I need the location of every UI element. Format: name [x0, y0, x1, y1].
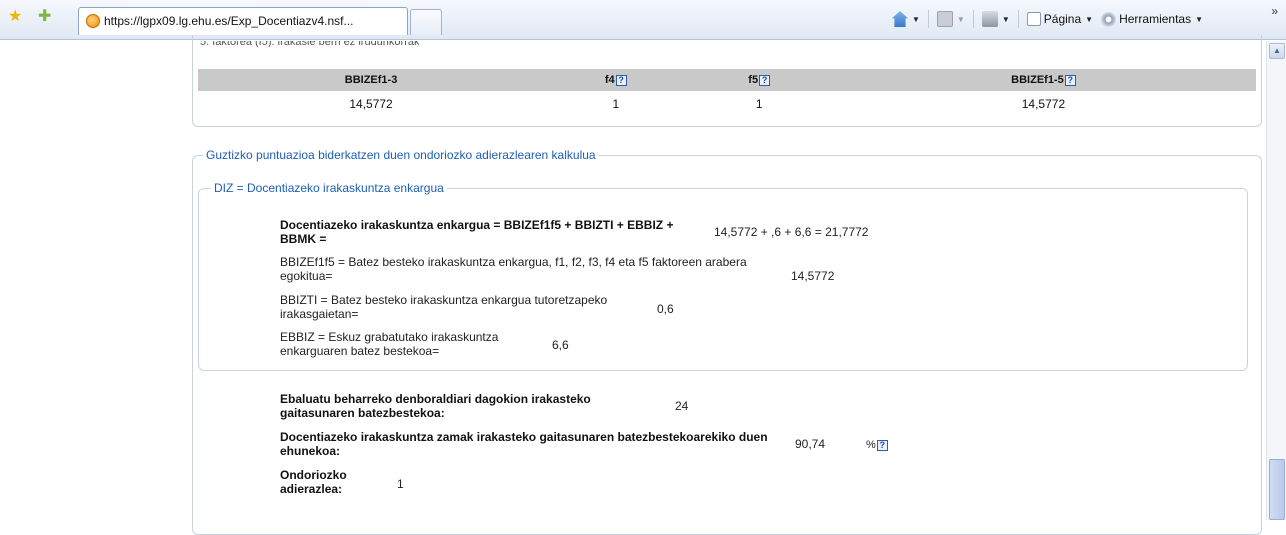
diz-formula-label: Docentiazeko irakaskuntza enkargua = BBI…: [280, 218, 674, 246]
scrollbar-thumb[interactable]: [1269, 459, 1285, 520]
new-tab-button[interactable]: [410, 9, 442, 35]
browser-tab[interactable]: https://lgpx09.lg.ehu.es/Exp_Docentiazv4…: [78, 7, 408, 35]
table-row: 14,5772 1 1 14,5772: [198, 91, 1256, 117]
help-icon[interactable]: ?: [876, 439, 888, 451]
cell-f5: 1: [755, 97, 763, 111]
gear-icon: [1101, 11, 1117, 27]
bbizti-value: 0,6: [657, 302, 674, 316]
percentage-label: Docentiazeko irakaskuntza zamak irakaste…: [280, 430, 768, 458]
factors-table-header: BBIZEf1-3 f4? f5? BBIZEf1-5?: [198, 69, 1256, 91]
col-header-f4: f4?: [544, 69, 688, 91]
result-indicator-value: 1: [397, 477, 404, 491]
print-dropdown-icon[interactable]: ▼: [1002, 15, 1010, 24]
result-indicator-label: Ondoriozko adierazlea:: [280, 468, 347, 496]
browser-toolbar: ★ ✚ https://lgpx09.lg.ehu.es/Exp_Docenti…: [0, 0, 1286, 40]
page-dropdown-icon[interactable]: ▼: [1085, 15, 1093, 24]
home-icon[interactable]: [892, 11, 908, 27]
tools-dropdown-icon[interactable]: ▼: [1195, 15, 1203, 24]
print-icon[interactable]: [981, 11, 998, 27]
bbizef1f5-value: 14,5772: [791, 269, 835, 283]
help-icon[interactable]: ?: [1064, 74, 1076, 86]
add-favorites-icon[interactable]: ✚: [38, 8, 51, 26]
page-content: 5. faktorea (f5): irakasle berri ez irud…: [0, 35, 1266, 535]
cell-f4: 1: [612, 97, 620, 111]
tab-title: https://lgpx09.lg.ehu.es/Exp_Docentiazv4…: [104, 14, 354, 28]
diz-formula-value: 14,5772 + ,6 + 6,6 = 21,7772: [714, 225, 869, 239]
cell-bbizef15: 14,5772: [1021, 97, 1066, 111]
bbizti-label: BBIZTI = Batez besteko irakaskuntza enka…: [280, 293, 608, 321]
bbizef1f5-label: BBIZEf1f5 = Batez besteko irakaskuntza e…: [280, 255, 747, 283]
feeds-dropdown-icon[interactable]: ▼: [957, 15, 965, 24]
tools-menu[interactable]: Herramientas: [1119, 12, 1191, 26]
scroll-up-icon[interactable]: ▲: [1269, 43, 1285, 59]
page-menu[interactable]: Página: [1044, 12, 1081, 26]
help-icon[interactable]: ?: [615, 74, 627, 86]
ebbiz-label: EBBIZ = Eskuz grabatutako irakaskuntza e…: [280, 330, 499, 358]
col-header-f5: f5?: [687, 69, 831, 91]
factors-table: BBIZEf1-3 f4? f5? BBIZEf1-5? 14,5772 1 1…: [198, 69, 1256, 117]
diz-legend: DIZ = Docentiazeko irakaskuntza enkargua: [211, 181, 447, 195]
vertical-scrollbar[interactable]: ▲: [1266, 41, 1286, 520]
capacity-average-label: Ebaluatu beharreko denboraldiari dagokio…: [280, 392, 591, 420]
cell-bbizef13: 14,5772: [349, 97, 393, 111]
favorites-star-icon[interactable]: ★: [8, 8, 22, 26]
col-header-bbizef13: BBIZEf1-3: [198, 69, 545, 91]
home-dropdown-icon[interactable]: ▼: [912, 15, 920, 24]
site-favicon-icon: [86, 14, 100, 28]
feeds-icon[interactable]: [936, 11, 953, 27]
total-calc-legend: Guztizko puntuazioa biderkatzen duen ond…: [203, 148, 599, 162]
col-header-bbizef15: BBIZEf1-5?: [830, 69, 1256, 91]
page-icon: [1026, 12, 1041, 26]
percentage-value: 90,74: [795, 437, 826, 451]
toolbar-overflow-icon[interactable]: »: [1271, 4, 1278, 18]
help-icon[interactable]: ?: [759, 74, 771, 86]
ebbiz-value: 6,6: [552, 338, 569, 352]
percentage-unit: %?: [866, 439, 888, 451]
capacity-average-value: 24: [675, 399, 689, 413]
